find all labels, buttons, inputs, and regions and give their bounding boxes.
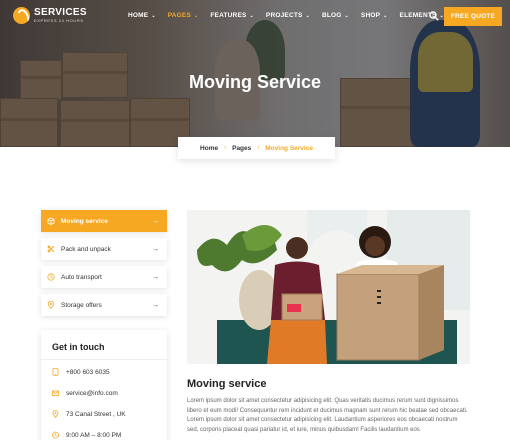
free-quote-button[interactable]: FREE QUOTE bbox=[444, 7, 502, 26]
contact-email[interactable]: service@info.com bbox=[52, 389, 118, 397]
contact-hours: 9:00 AM – 8:00 PM bbox=[52, 431, 121, 439]
chevron-down-icon: ⌄ bbox=[383, 12, 388, 19]
breadcrumb-home[interactable]: Home bbox=[200, 145, 218, 152]
mail-icon bbox=[52, 390, 59, 396]
couple-with-boxes-illustration bbox=[187, 210, 470, 364]
location-icon bbox=[47, 301, 55, 309]
search-icon[interactable] bbox=[429, 11, 439, 21]
brand-name: SERVICES bbox=[34, 7, 87, 18]
phone-icon bbox=[52, 368, 59, 376]
chevron-down-icon: ⌄ bbox=[344, 12, 349, 19]
arrow-right-icon: → bbox=[152, 273, 159, 281]
section-title: Moving service bbox=[187, 378, 267, 390]
arrow-right-icon: → bbox=[152, 301, 159, 309]
section-body: Lorem ipsum dolor sit amet consectetur a… bbox=[187, 398, 468, 433]
nav-shop[interactable]: SHOP ⌄ bbox=[361, 12, 388, 19]
chevron-right-icon: › bbox=[257, 145, 260, 151]
chevron-down-icon: ⌄ bbox=[249, 12, 254, 19]
contact-phone[interactable]: +800 603 6035 bbox=[52, 368, 110, 376]
chevron-down-icon: ⌄ bbox=[193, 12, 199, 19]
tape-icon bbox=[47, 245, 55, 253]
nav-blog[interactable]: BLOG ⌄ bbox=[322, 12, 349, 19]
service-image bbox=[187, 210, 470, 364]
divider bbox=[41, 359, 167, 360]
clock-icon bbox=[47, 273, 55, 281]
nav-projects[interactable]: PROJECTS ⌄ bbox=[266, 12, 310, 19]
chevron-down-icon: ⌄ bbox=[151, 12, 156, 19]
contact-title: Get in touch bbox=[52, 342, 105, 352]
site-header: SERVICES EXPRESS 24 HOURS HOME ⌄ PAGES ⌄ F… bbox=[0, 0, 510, 34]
service-item-storage[interactable]: Storage offers → bbox=[41, 294, 167, 316]
arrow-right-icon: → bbox=[152, 245, 159, 253]
logo[interactable]: SERVICES EXPRESS 24 HOURS bbox=[13, 7, 87, 24]
main-nav: HOME ⌄ PAGES ⌄ FEATURES ⌄ PROJECTS ⌄ BLOG ⌄ S… bbox=[128, 12, 456, 19]
brand-tagline: EXPRESS 24 HOURS bbox=[34, 18, 84, 23]
location-icon bbox=[52, 410, 59, 418]
service-item-pack[interactable]: Pack and unpack → bbox=[41, 238, 167, 260]
clock-icon bbox=[52, 431, 59, 439]
breadcrumb: Home › Pages › Moving Service bbox=[178, 137, 335, 159]
page-title: Moving Service bbox=[188, 72, 322, 92]
nav-home[interactable]: HOME ⌄ bbox=[128, 12, 156, 19]
contact-address: 73 Canal Street , UK bbox=[52, 410, 126, 418]
arrow-right-icon: → bbox=[152, 217, 159, 225]
service-item-auto[interactable]: Auto transport → bbox=[41, 266, 167, 288]
chevron-right-icon: › bbox=[224, 145, 227, 151]
breadcrumb-pages[interactable]: Pages bbox=[232, 145, 251, 152]
chevron-down-icon: ⌄ bbox=[305, 12, 310, 19]
breadcrumb-current: Moving Service bbox=[265, 144, 313, 152]
service-item-moving[interactable]: Moving service → bbox=[41, 210, 167, 232]
logo-icon bbox=[13, 7, 30, 24]
nav-pages[interactable]: PAGES ⌄ bbox=[168, 12, 199, 19]
services-menu: Moving service → Pack and unpack → Auto … bbox=[41, 210, 167, 322]
nav-features[interactable]: FEATURES ⌄ bbox=[210, 12, 254, 19]
contact-card: Get in touch +800 603 6035 service@info.… bbox=[41, 330, 167, 440]
box-icon bbox=[47, 217, 55, 225]
